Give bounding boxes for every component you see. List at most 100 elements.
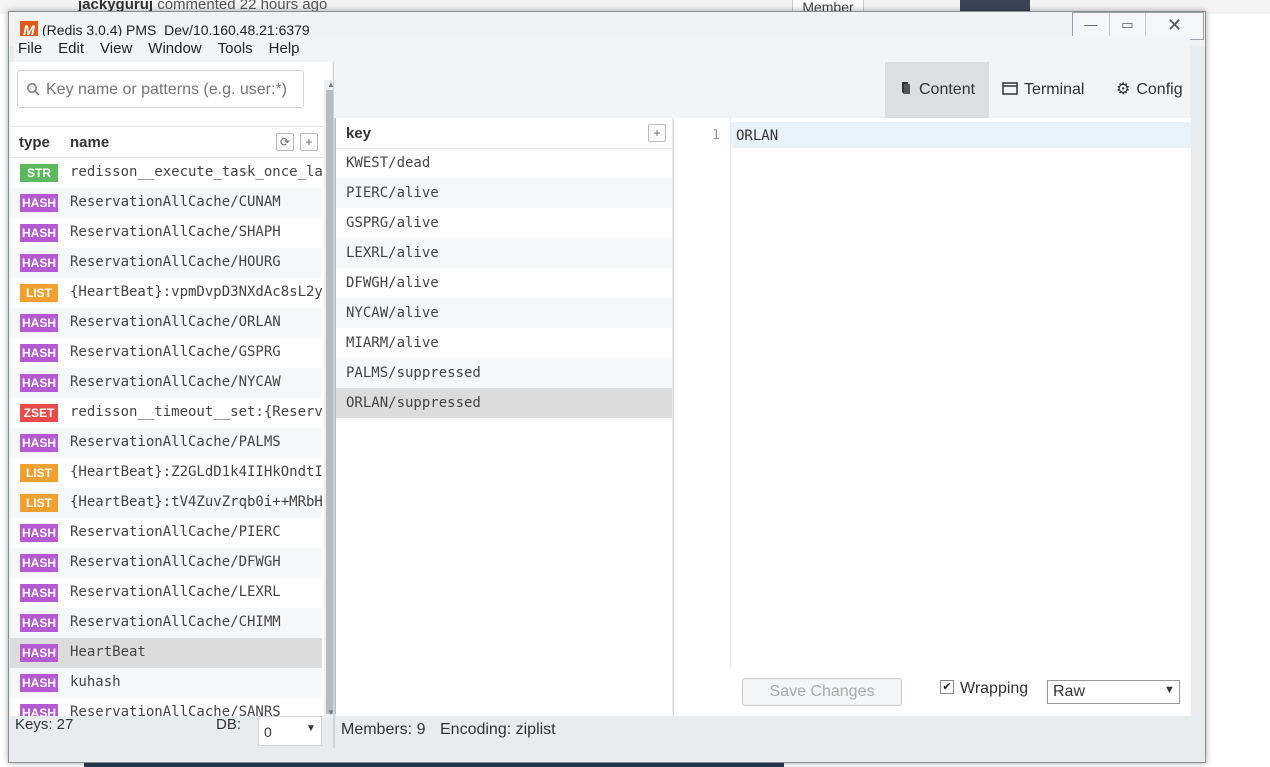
- key-name: ReservationAllCache/PIERC: [70, 524, 281, 540]
- column-name: name: [70, 134, 110, 151]
- type-badge: HASH: [20, 644, 58, 662]
- key-row[interactable]: HASH ReservationAllCache/CUNAM: [10, 188, 322, 218]
- key-name: {HeartBeat}:Z2GLdD1k4IIHkOndtI: [70, 464, 322, 480]
- column-type: type: [19, 134, 50, 151]
- chevron-down-icon: ▼: [1164, 684, 1175, 696]
- refresh-icon[interactable]: ⟳: [276, 133, 294, 151]
- hash-key-row[interactable]: DFWGH/alive: [336, 268, 672, 298]
- hash-key-row[interactable]: NYCAW/alive: [336, 298, 672, 328]
- hash-key-row[interactable]: GSPRG/alive: [336, 208, 672, 238]
- key-row[interactable]: HASH ReservationAllCache/NYCAW: [10, 368, 322, 398]
- key-row[interactable]: HASH ReservationAllCache/SANRS: [10, 698, 322, 716]
- type-badge: HASH: [20, 614, 58, 632]
- key-name: {HeartBeat}:tV4ZuvZrqb0i++MRbH: [70, 494, 322, 510]
- key-name: ReservationAllCache/DFWGH: [70, 554, 281, 570]
- key-row[interactable]: HASH HeartBeat: [10, 638, 322, 668]
- key-row[interactable]: LIST {HeartBeat}:Z2GLdD1k4IIHkOndtI: [10, 458, 322, 488]
- type-badge: HASH: [20, 194, 58, 212]
- tab-terminal-label: Terminal: [1024, 81, 1085, 98]
- type-badge: LIST: [20, 464, 58, 482]
- menu-help[interactable]: Help: [261, 36, 308, 62]
- view-tabs: Content Terminal ⚙ Config: [334, 62, 1190, 118]
- hash-keys-header: key +: [336, 118, 672, 149]
- terminal-icon: [1002, 82, 1018, 95]
- search-icon: [27, 83, 40, 96]
- menu-tools[interactable]: Tools: [210, 36, 261, 62]
- key-row[interactable]: HASH ReservationAllCache/ORLAN: [10, 308, 322, 338]
- tab-content-label: Content: [919, 81, 976, 98]
- key-row[interactable]: HASH ReservationAllCache/SHAPH: [10, 218, 322, 248]
- type-badge: ZSET: [20, 404, 58, 422]
- save-changes-button[interactable]: Save Changes: [742, 678, 902, 706]
- key-row[interactable]: HASH ReservationAllCache/LEXRL: [10, 578, 322, 608]
- tab-config[interactable]: ⚙ Config: [1116, 62, 1190, 118]
- key-row[interactable]: HASH ReservationAllCache/DFWGH: [10, 548, 322, 578]
- encoding-label: Encoding: ziplist: [440, 721, 556, 738]
- tab-content[interactable]: Content: [885, 62, 989, 118]
- key-name: ReservationAllCache/GSPRG: [70, 344, 281, 360]
- menu-window[interactable]: Window: [140, 36, 209, 62]
- line-gutter: 1: [674, 118, 731, 668]
- key-row[interactable]: HASH ReservationAllCache/CHIMM: [10, 608, 322, 638]
- hash-key-row[interactable]: LEXRL/alive: [336, 238, 672, 268]
- editor-line[interactable]: ORLAN: [731, 122, 1191, 148]
- menu-view[interactable]: View: [92, 36, 140, 62]
- wrapping-label: Wrapping: [960, 680, 1029, 697]
- content-icon: [902, 82, 910, 94]
- key-row[interactable]: STR redisson__execute_task_once_latch: [10, 158, 322, 188]
- add-row-button[interactable]: +: [648, 124, 666, 142]
- key-row[interactable]: ZSET redisson__timeout__set:{Reservation: [10, 398, 322, 428]
- key-name: {HeartBeat}:vpmDvpD3NXdAc8sL2yg: [70, 284, 322, 300]
- key-name: ReservationAllCache/CUNAM: [70, 194, 281, 210]
- hash-key-row[interactable]: PALMS/suppressed: [336, 358, 672, 388]
- column-key: key: [346, 125, 372, 142]
- key-list-header: type name ⟳ +: [10, 126, 332, 158]
- hash-key-row[interactable]: MIARM/alive: [336, 328, 672, 358]
- search-input[interactable]: [44, 78, 303, 102]
- tab-terminal[interactable]: Terminal: [1002, 62, 1102, 118]
- hash-key-name: KWEST/dead: [346, 155, 431, 171]
- key-name: ReservationAllCache/NYCAW: [70, 374, 281, 390]
- hash-key-row[interactable]: PIERC/alive: [336, 178, 672, 208]
- hash-key-name: DFWGH/alive: [346, 275, 439, 291]
- key-name: kuhash: [70, 674, 121, 690]
- type-badge: HASH: [20, 314, 58, 332]
- hash-key-name: NYCAW/alive: [346, 305, 439, 321]
- add-key-button[interactable]: +: [300, 133, 318, 151]
- members-count: Members: 9: [341, 721, 426, 738]
- type-badge: HASH: [20, 554, 58, 572]
- value-editor[interactable]: 1 ORLAN: [673, 118, 1191, 668]
- hash-key-row[interactable]: ORLAN/suppressed: [336, 388, 672, 418]
- db-value: 0: [264, 724, 272, 740]
- search-box[interactable]: [17, 70, 304, 108]
- key-name: ReservationAllCache/ORLAN: [70, 314, 281, 330]
- db-select[interactable]: 0 ▼: [258, 716, 322, 746]
- type-badge: STR: [20, 164, 58, 182]
- type-badge: HASH: [20, 374, 58, 392]
- key-row[interactable]: HASH ReservationAllCache/PIERC: [10, 518, 322, 548]
- key-name: ReservationAllCache/SANRS: [70, 704, 281, 716]
- type-badge: HASH: [20, 344, 58, 362]
- key-row[interactable]: LIST {HeartBeat}:tV4ZuvZrqb0i++MRbH: [10, 488, 322, 518]
- type-badge: HASH: [20, 584, 58, 602]
- hash-key-name: GSPRG/alive: [346, 215, 439, 231]
- key-row[interactable]: HASH ReservationAllCache/HOURG: [10, 248, 322, 278]
- key-row[interactable]: HASH ReservationAllCache/PALMS: [10, 428, 322, 458]
- tab-config-label: Config: [1136, 81, 1183, 98]
- editor-content: ORLAN: [736, 128, 779, 144]
- format-select[interactable]: Raw ▼: [1047, 680, 1180, 704]
- menu-file[interactable]: File: [14, 36, 50, 62]
- hash-key-name: LEXRL/alive: [346, 245, 439, 261]
- key-row[interactable]: HASH kuhash: [10, 668, 322, 698]
- key-row[interactable]: HASH ReservationAllCache/GSPRG: [10, 338, 322, 368]
- right-status-bar: Members: 9 Encoding: ziplist: [336, 716, 1190, 748]
- type-badge: HASH: [20, 254, 58, 272]
- panel-divider[interactable]: [333, 62, 335, 748]
- hash-key-name: MIARM/alive: [346, 335, 439, 351]
- wrapping-checkbox[interactable]: ✔: [940, 680, 954, 694]
- key-name: ReservationAllCache/PALMS: [70, 434, 281, 450]
- key-row[interactable]: LIST {HeartBeat}:vpmDvpD3NXdAc8sL2yg: [10, 278, 322, 308]
- hash-key-name: ORLAN/suppressed: [346, 395, 481, 411]
- menu-edit[interactable]: Edit: [50, 36, 92, 62]
- hash-key-row[interactable]: KWEST/dead: [336, 148, 672, 178]
